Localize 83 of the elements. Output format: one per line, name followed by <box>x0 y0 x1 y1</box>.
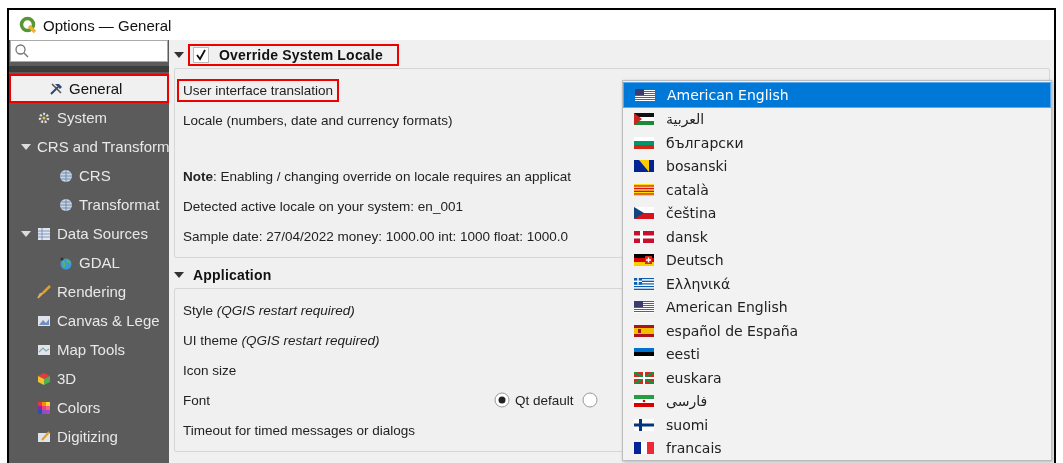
dropdown-option[interactable]: American English <box>623 82 1051 108</box>
field-label: Timeout for timed messages or dialogs <box>182 421 417 440</box>
window-title: Options — General <box>43 16 172 34</box>
sidebar-item[interactable]: Colors <box>9 393 169 422</box>
expand-arrow-icon[interactable] <box>174 270 184 280</box>
dropdown-option[interactable]: Deutsch <box>623 248 1051 272</box>
dropdown-option[interactable]: francais <box>623 436 1051 460</box>
dropdown-option[interactable]: català <box>623 178 1051 202</box>
flag-icon <box>634 207 654 220</box>
flag-icon <box>634 136 654 149</box>
field-label: UI theme (QGIS restart required) <box>182 331 381 350</box>
image-icon <box>37 313 51 328</box>
globe-icon <box>59 255 73 270</box>
sidebar-item[interactable]: GDAL <box>9 248 169 277</box>
flag-icon <box>634 348 654 361</box>
dropdown-option[interactable]: čeština <box>623 201 1051 225</box>
dropdown-option[interactable]: العربية <box>623 107 1051 131</box>
checkbox[interactable] <box>193 47 209 63</box>
sidebar-item[interactable]: Rendering <box>9 277 169 306</box>
flag-icon <box>634 230 654 243</box>
flag-icon <box>634 442 654 455</box>
search-field[interactable] <box>10 40 168 62</box>
flag-icon <box>634 395 654 408</box>
q-logo-icon <box>19 16 37 34</box>
radio-button[interactable]: Qt default <box>494 392 574 408</box>
expand-arrow-icon[interactable] <box>21 228 31 239</box>
section-title: Override System Locale <box>190 46 397 64</box>
sidebar-item[interactable]: General <box>9 74 169 103</box>
sidebar-item[interactable]: CRS <box>9 161 169 190</box>
dropdown-option[interactable]: bosanski <box>623 154 1051 178</box>
map-icon <box>37 342 51 357</box>
flag-icon <box>634 113 654 126</box>
sidebar-item[interactable]: Canvas & Lege <box>9 306 169 335</box>
sidebar-item[interactable]: Digitizing <box>9 422 169 451</box>
sidebar-item[interactable]: Transformat <box>9 190 169 219</box>
radio-icon <box>581 392 598 408</box>
field-label: Locale (numbers, date and currency formats) <box>182 111 454 130</box>
section-title: Application <box>192 266 273 284</box>
brush-icon <box>37 284 51 299</box>
dropdown-option[interactable]: suomi <box>623 413 1051 437</box>
dropdown-option[interactable]: eesti <box>623 342 1051 366</box>
expand-arrow-icon[interactable] <box>174 50 184 60</box>
flag-icon <box>634 418 654 431</box>
search-icon <box>15 44 29 58</box>
flag-icon <box>634 277 654 290</box>
sidebar-item[interactable]: Map Tools <box>9 335 169 364</box>
field-label: Font <box>182 391 211 410</box>
flag-icon <box>634 160 654 173</box>
flag-icon <box>635 88 655 101</box>
sidebar-item[interactable]: System <box>9 103 169 132</box>
dropdown-option[interactable]: American English <box>623 295 1051 319</box>
field-label: Style (QGIS restart required) <box>182 301 356 320</box>
field-label: Icon size <box>182 361 238 380</box>
sidebar-item[interactable]: 3D <box>9 364 169 393</box>
flag-icon <box>634 301 654 314</box>
field-label: Note: Enabling / changing override on locale requires an applicat <box>182 167 572 186</box>
dropdown-option[interactable]: español de España <box>623 319 1051 343</box>
dropdown-option[interactable]: Ελληνικά <box>623 272 1051 296</box>
field-label: User interface translation <box>179 80 338 100</box>
field-label: Detected active locale on your system: en_001 <box>182 197 464 216</box>
color-grid-icon <box>37 400 51 415</box>
hammer-icon <box>49 81 63 96</box>
dropdown-option[interactable]: dansk <box>623 225 1051 249</box>
table-icon <box>37 226 51 241</box>
dropdown-option[interactable]: euskara <box>623 366 1051 390</box>
pencil-icon <box>37 429 51 444</box>
sidebar-item[interactable]: Data Sources <box>9 219 169 248</box>
scrollbar[interactable] <box>9 66 169 72</box>
flag-icon <box>634 324 654 337</box>
gear-icon <box>37 110 51 125</box>
radio-button[interactable] <box>581 392 598 408</box>
expand-arrow-icon[interactable] <box>21 141 31 152</box>
radio-icon <box>494 392 510 408</box>
field-label: Sample date: 27/04/2022 money: 1000.00 int: 1000 float: 1000.0 <box>182 227 570 246</box>
dropdown-option[interactable]: български <box>623 131 1051 155</box>
flag-icon <box>634 254 654 267</box>
flag-icon <box>634 183 654 196</box>
globe-icon <box>59 168 73 183</box>
cube-icon <box>37 371 51 386</box>
sidebar-item[interactable]: CRS and Transform <box>9 132 169 161</box>
flag-icon <box>634 371 654 384</box>
dropdown-option[interactable]: فارسی <box>623 389 1051 413</box>
globe-icon <box>59 197 73 212</box>
